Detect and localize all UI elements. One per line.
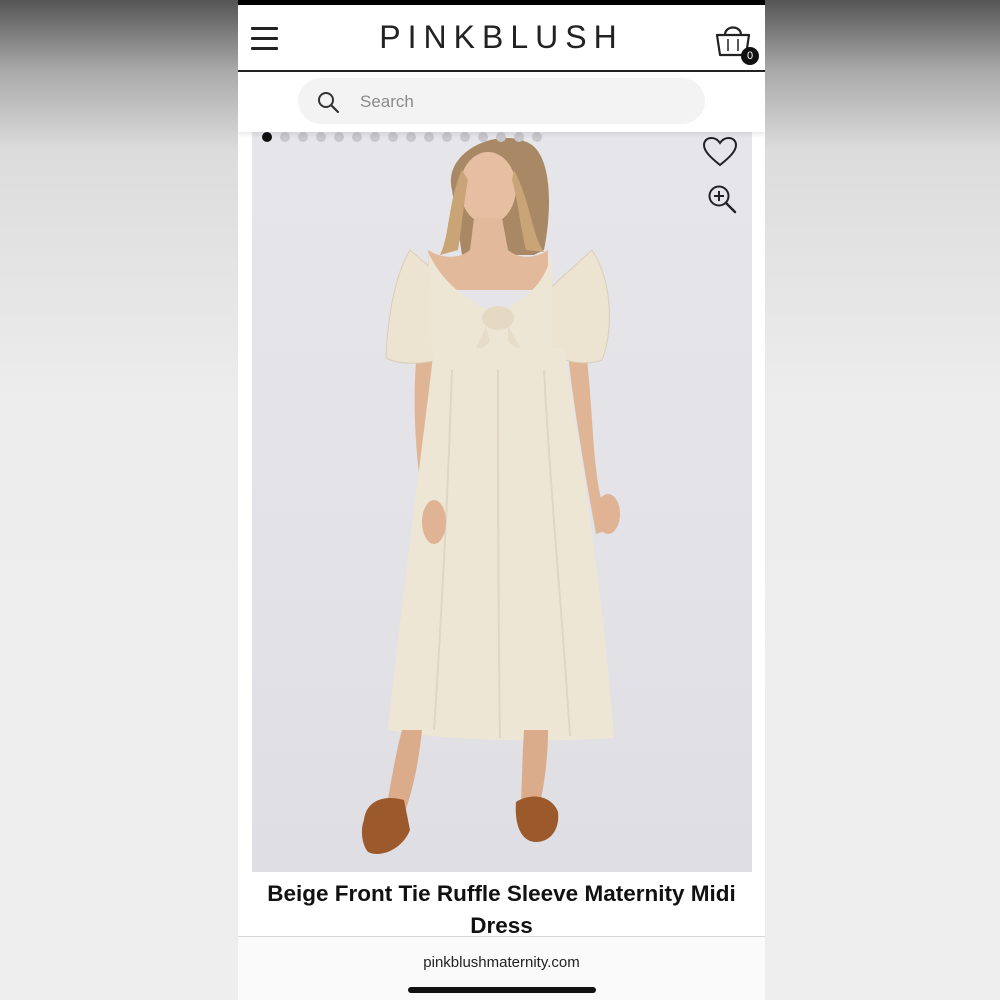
phone-screen: PINKBLUSH 0 Search Beige Front Tie Ruffl… [238,0,765,1000]
search-input[interactable] [358,89,682,115]
search-icon[interactable] [316,90,340,114]
gallery-dot[interactable] [298,132,308,142]
search-box[interactable] [298,78,705,124]
gallery-dot[interactable] [262,132,272,142]
site-url[interactable]: pinkblushmaternity.com [238,954,765,971]
home-indicator[interactable] [408,987,596,993]
gallery-dot[interactable] [514,132,524,142]
brand-logo[interactable]: PINKBLUSH [238,19,765,56]
product-image[interactable] [252,130,752,872]
gallery-dot[interactable] [388,132,398,142]
browser-footer: pinkblushmaternity.com [238,937,765,1000]
gallery-dot[interactable] [478,132,488,142]
product-title-area: Beige Front Tie Ruffle Sleeve Maternity … [238,872,765,938]
gallery-dot[interactable] [496,132,506,142]
search-bar [238,72,765,132]
cart-count-badge: 0 [741,47,759,65]
right-backdrop [765,0,1000,1000]
site-header: PINKBLUSH 0 [238,5,765,72]
left-backdrop [0,0,238,1000]
gallery-dot[interactable] [334,132,344,142]
gallery-dot[interactable] [406,132,416,142]
product-title: Beige Front Tie Ruffle Sleeve Maternity … [267,881,736,938]
gallery-pagination [262,132,542,144]
gallery-dot[interactable] [532,132,542,142]
gallery-dot[interactable] [316,132,326,142]
gallery-dot[interactable] [424,132,434,142]
heart-icon[interactable] [702,136,738,168]
gallery-dot[interactable] [352,132,362,142]
gallery-dot[interactable] [370,132,380,142]
zoom-in-icon[interactable] [707,184,737,214]
gallery-dot[interactable] [442,132,452,142]
model-wearing-dress [361,137,620,854]
gallery-dot[interactable] [460,132,470,142]
gallery-dot[interactable] [280,132,290,142]
